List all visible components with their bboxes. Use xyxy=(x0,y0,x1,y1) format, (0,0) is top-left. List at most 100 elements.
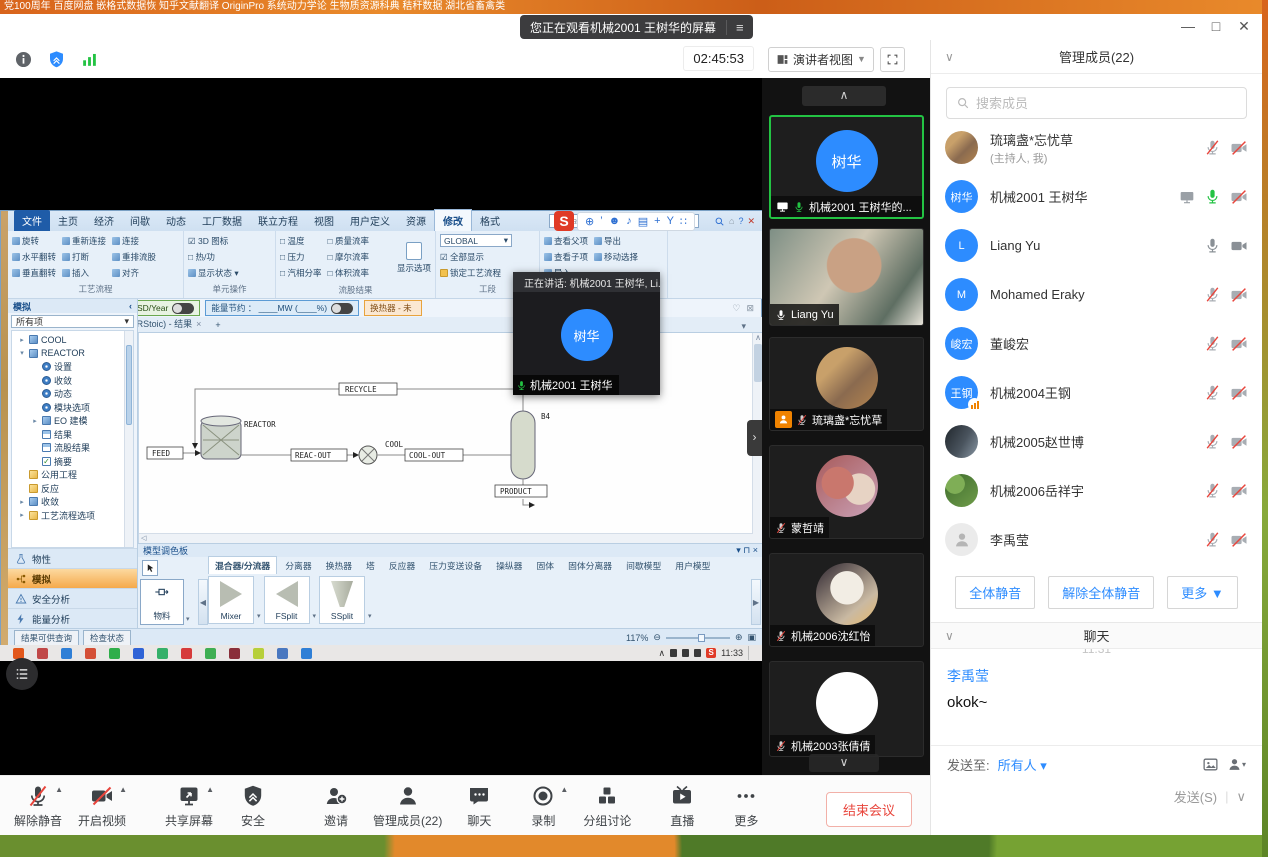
taskbar-app-icon[interactable] xyxy=(229,648,240,659)
model-caret-icon[interactable]: ▾ xyxy=(368,612,372,620)
tree-item[interactable]: 收敛 xyxy=(12,374,133,388)
nav-env-能量分析[interactable]: 能量分析 xyxy=(8,608,137,628)
toolbar-members-button[interactable]: 管理成员(22) xyxy=(373,783,442,829)
scroll-up-icon[interactable]: ∧ xyxy=(753,333,762,342)
ribbon-command[interactable]: GLOBAL ▾ xyxy=(440,233,512,248)
speaking-overlay-window[interactable]: 正在讲话: 机械2001 王树华, Li... 树华 机械2001 王树华 xyxy=(513,272,660,395)
sogou-icon-bar[interactable]: ⊕’☻♪▤+Y∷ xyxy=(577,212,695,231)
ribbon-command[interactable]: 插入 xyxy=(62,265,106,280)
palette-scroll-left[interactable]: ◀ xyxy=(198,579,208,625)
taskbar-app-icon[interactable] xyxy=(13,648,24,659)
taskbar-app-icon[interactable] xyxy=(277,648,288,659)
palette-tab[interactable]: 换热器 xyxy=(320,557,358,574)
ribbon-command[interactable]: 水平翻转 xyxy=(12,249,56,264)
meeting-titlebar[interactable]: 您正在观看机械2001 王树华的屏幕 ≡ — □ ✕ xyxy=(0,14,1262,40)
member-row[interactable]: M Mohamed Eraky xyxy=(931,270,1262,319)
aspen-menu-11[interactable]: 修改 xyxy=(434,209,472,231)
tree-item[interactable]: ▸COOL xyxy=(12,333,133,347)
ribbon-command[interactable]: 移动选择 xyxy=(594,249,638,264)
material-stream-button[interactable]: 物料 xyxy=(140,579,184,625)
screenshot-icon[interactable] xyxy=(1202,756,1219,773)
select-cursor-button[interactable] xyxy=(142,560,158,576)
mic-status-icon[interactable] xyxy=(1204,237,1221,254)
taskbar-app-icon[interactable] xyxy=(157,648,168,659)
ribbon-command[interactable]: □ 摩尔流率 xyxy=(328,249,370,264)
ribbon-command[interactable]: 锁定工艺流程 xyxy=(440,265,512,280)
collapse-chevron-icon[interactable]: ∨ xyxy=(945,629,954,643)
aspen-home-icon[interactable]: ⌂ xyxy=(729,216,734,226)
caret-up-icon[interactable]: ▲ xyxy=(119,785,127,794)
status-results-chip[interactable]: 结果可供查询 xyxy=(14,630,79,646)
sogou-tool-icon[interactable]: ⊕ xyxy=(585,215,594,228)
nav-env-模拟[interactable]: 模拟 xyxy=(8,568,137,588)
palette-model-FSplit[interactable]: FSplit xyxy=(264,576,310,624)
toolbar-record-button[interactable]: ▲ 录制 xyxy=(516,783,570,829)
member-row[interactable]: L Liang Yu xyxy=(931,221,1262,270)
nav-env-安全分析[interactable]: 安全分析 xyxy=(8,588,137,608)
aspen-menu-10[interactable]: 资源 xyxy=(398,210,434,231)
close-bar-icon[interactable]: ⊠ xyxy=(746,303,754,314)
sogou-logo-icon[interactable]: S xyxy=(554,211,574,231)
sogou-tool-icon[interactable]: ☻ xyxy=(609,215,621,228)
taskbar-app-icon[interactable] xyxy=(133,648,144,659)
mic-status-icon[interactable] xyxy=(1204,384,1221,401)
toolbar-chat-button[interactable]: 聊天 xyxy=(452,783,506,829)
aspen-menu-5[interactable]: 动态 xyxy=(158,210,194,231)
aspen-menu-8[interactable]: 视图 xyxy=(306,210,342,231)
camera-status-icon[interactable] xyxy=(1230,384,1248,402)
collapse-pane-icon[interactable]: ‹ xyxy=(129,301,132,311)
taskbar-app-icon[interactable] xyxy=(205,648,216,659)
zoom-slider[interactable] xyxy=(666,637,730,639)
tree-item[interactable]: ▸收敛 xyxy=(12,495,133,509)
strip-collapse-button[interactable]: ∧ xyxy=(802,86,886,106)
camera-status-icon[interactable] xyxy=(1230,286,1248,304)
palette-tab[interactable]: 分离器 xyxy=(279,557,317,574)
camera-status-icon[interactable] xyxy=(1230,335,1248,353)
tree-item[interactable]: 流股结果 xyxy=(12,441,133,455)
toolbar-share-button[interactable]: ▲ 共享屏幕 xyxy=(162,783,216,829)
ribbon-command[interactable]: 查看父项 xyxy=(544,233,588,248)
caret-up-icon[interactable]: ▲ xyxy=(560,785,568,794)
tree-item[interactable]: 反应 xyxy=(12,482,133,496)
tray-icon[interactable] xyxy=(682,649,689,657)
favorite-icon[interactable]: ♡ xyxy=(732,303,740,314)
mute-all-button[interactable]: 全体静音 xyxy=(955,576,1035,609)
strip-collapse-handle[interactable]: › xyxy=(747,420,762,456)
tree-item[interactable]: 公用工程 xyxy=(12,468,133,482)
toolbar-video-button[interactable]: ▲ 开启视频 xyxy=(75,783,129,829)
sogou-tool-icon[interactable]: ∷ xyxy=(680,215,687,228)
fit-view-icon[interactable]: ▣ xyxy=(747,632,756,643)
flowsheet-canvas[interactable]: FEED RECYCLE REACTOR REAC-OUT COOL COOL-… xyxy=(138,333,762,543)
meeting-controls-fab[interactable] xyxy=(6,658,38,690)
scroll-thumb[interactable] xyxy=(754,344,762,382)
unmute-all-button[interactable]: 解除全体静音 xyxy=(1048,576,1154,609)
toolbar-invite-button[interactable]: 邀请 xyxy=(309,783,363,829)
close-button[interactable]: ✕ xyxy=(1234,18,1254,35)
new-tab-button[interactable]: + xyxy=(208,318,227,332)
palette-tab[interactable]: 压力变送设备 xyxy=(423,557,488,574)
palette-scroll-right[interactable]: ▶ xyxy=(751,579,761,625)
ribbon-command[interactable]: 连接 xyxy=(112,233,156,248)
member-row[interactable]: 王钢 机械2004王钢 xyxy=(931,368,1262,417)
sogou-tool-icon[interactable]: + xyxy=(654,215,660,228)
mic-status-icon[interactable] xyxy=(1204,286,1221,303)
video-thumbnail[interactable]: 琉璃盏*忘忧草 xyxy=(769,337,924,431)
palette-header-icons[interactable]: ▾ ⊓ × xyxy=(736,545,758,556)
camera-status-icon[interactable] xyxy=(1230,433,1248,451)
tab-close-icon[interactable]: × xyxy=(196,319,201,329)
tree-item[interactable]: ▸EO 建模 xyxy=(12,414,133,428)
aspen-menu-9[interactable]: 用户定义 xyxy=(342,210,398,231)
video-thumbnail[interactable]: 机械2003张倩倩 xyxy=(769,661,924,757)
chat-sender-name[interactable]: 李禹莹 xyxy=(947,666,1246,686)
toolbar-live-button[interactable]: 直播 xyxy=(655,783,709,829)
capital-toggle[interactable] xyxy=(172,303,194,314)
toolbar-breakout-button[interactable]: 分组讨论 xyxy=(580,783,634,829)
tree-item[interactable]: 模块选项 xyxy=(12,401,133,415)
member-search-input[interactable] xyxy=(976,96,1237,111)
canvas-horizontal-scrollbar[interactable]: ◁ xyxy=(139,533,753,543)
status-check-chip[interactable]: 检查状态 xyxy=(83,630,131,646)
meeting-security-icon[interactable] xyxy=(47,50,66,69)
sogou-tool-icon[interactable]: ▤ xyxy=(638,215,648,228)
ribbon-command[interactable]: □ 压力 xyxy=(280,249,322,264)
caret-up-icon[interactable]: ▲ xyxy=(55,785,63,794)
